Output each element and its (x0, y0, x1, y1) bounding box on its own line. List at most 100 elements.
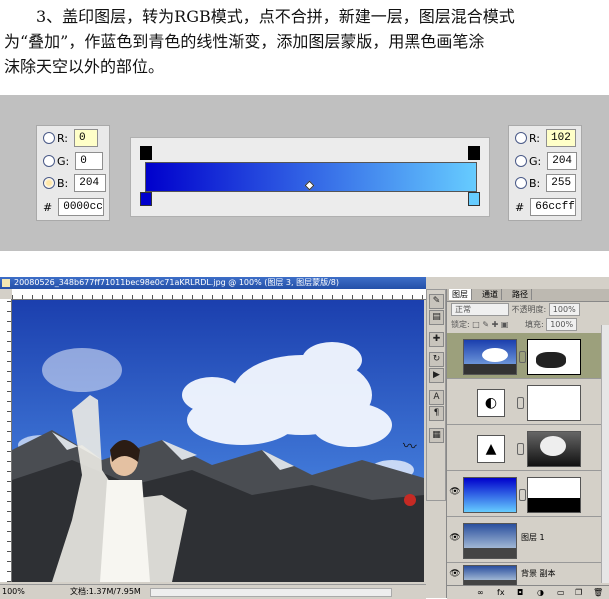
blend-opacity-row: 正常 不透明度: 100% (451, 303, 580, 316)
hex-label-right: # (515, 200, 525, 214)
g-radio-right[interactable] (515, 155, 527, 167)
g-input-right[interactable]: 204 (547, 152, 578, 170)
layer-thumbnail[interactable] (463, 339, 517, 375)
layer-row[interactable]: 👁 (447, 471, 609, 517)
layer-thumbnail[interactable] (463, 565, 517, 585)
paragraph-icon[interactable]: ¶ (429, 406, 444, 421)
horizontal-ruler[interactable] (12, 289, 426, 300)
hex-input-right[interactable]: 66ccff (530, 198, 577, 216)
layers-panel-tabs: 图层 通道 路径 (447, 289, 609, 302)
navigator-icon[interactable]: ▦ (429, 428, 444, 443)
color-stop-left[interactable] (140, 192, 152, 206)
g-input-left[interactable]: 0 (75, 152, 104, 170)
zoom-level[interactable]: 100% (2, 585, 25, 599)
panel-tool-strip: ✎ ▤ ✚ ↻ ▶ A ¶ ▦ (426, 289, 446, 501)
instruction-line-3: 沫除天空以外的部位。 (4, 57, 165, 76)
right-color-box: R: 102 G: 204 B: 255 # 66ccff (508, 125, 582, 221)
r-input-right[interactable]: 102 (546, 129, 577, 147)
layer-mask-thumbnail[interactable] (527, 431, 581, 467)
color-stop-right[interactable] (468, 192, 480, 206)
brush-icon[interactable]: ✎ (429, 294, 444, 309)
gradient-preview-area (130, 137, 490, 217)
b-radio-left[interactable] (43, 177, 55, 189)
photoshop-window: 20080526_348b677ff71011bec98e0c71aKRLRDL… (0, 277, 609, 599)
actions-icon[interactable]: ▶ (429, 368, 444, 383)
instruction-line-2: 为“叠加”，作蓝色到青色的线性渐变，添加图层蒙版，用黑色画笔涂 (4, 32, 485, 51)
layers-scrollbar[interactable] (601, 325, 609, 583)
blend-mode-select[interactable]: 正常 (451, 303, 509, 316)
svg-text:〰: 〰 (401, 438, 417, 456)
adjustment-icon[interactable]: ◐ (477, 389, 505, 417)
tab-paths[interactable]: 路径 (509, 289, 532, 300)
document-canvas[interactable]: 〰 (12, 300, 424, 582)
layer-name[interactable]: 背景 副本 (521, 568, 556, 579)
photo-bride-mountains: 〰 (12, 300, 424, 582)
tool-preset-icon[interactable]: ▤ (429, 310, 444, 325)
b-input-left[interactable]: 204 (74, 174, 107, 192)
document-title-bar[interactable]: 20080526_348b677ff71011bec98e0c71aKRLRDL… (0, 277, 426, 289)
tab-channels[interactable]: 通道 (479, 289, 502, 300)
mask-link-icon[interactable] (517, 397, 524, 409)
layer-name[interactable]: 图层 1 (521, 532, 545, 543)
mask-link-icon[interactable] (519, 489, 526, 501)
b-label-right: B: (529, 176, 541, 190)
adjustment-layer-icon[interactable]: ◑ (537, 586, 544, 599)
layer-mask-thumbnail[interactable] (527, 477, 581, 513)
trash-icon[interactable]: 🗑 (593, 586, 603, 599)
history-icon[interactable]: ↻ (429, 352, 444, 367)
lock-fill-row: 锁定: □ ✎ ✚ ▣ 填充: 100% (451, 318, 578, 331)
r-label-right: R: (529, 131, 541, 145)
mask-link-icon[interactable] (517, 443, 524, 455)
hex-label-left: # (43, 200, 53, 214)
document-icon (2, 279, 10, 287)
document-size[interactable]: 文档:1.37M/7.95M (70, 585, 141, 599)
hex-input-left[interactable]: 0000cc (58, 198, 105, 216)
layer-thumbnail[interactable] (463, 523, 517, 559)
lock-icons[interactable]: □ ✎ ✚ ▣ (472, 320, 508, 329)
lock-label: 锁定: (451, 320, 470, 329)
r-input-left[interactable]: 0 (74, 129, 99, 147)
layer-row[interactable] (447, 333, 609, 379)
eye-icon[interactable]: 👁 (449, 486, 461, 498)
visibility-toggle[interactable] (449, 440, 461, 452)
b-radio-right[interactable] (515, 177, 527, 189)
horizontal-scrollbar[interactable] (150, 588, 392, 597)
fill-input[interactable]: 100% (546, 318, 578, 331)
info-icon[interactable]: A (429, 390, 444, 405)
fx-icon[interactable]: fx (497, 586, 505, 599)
new-layer-icon[interactable]: ❐ (575, 586, 582, 599)
opacity-label: 不透明度: (511, 305, 547, 314)
layer-mask-thumbnail[interactable] (527, 339, 581, 375)
link-icon[interactable]: ∞ (477, 586, 484, 599)
layer-mask-thumbnail[interactable] (527, 385, 581, 421)
g-radio-left[interactable] (43, 155, 55, 167)
left-color-box: R: 0 G: 0 B: 204 # 0000cc (36, 125, 110, 221)
layer-row[interactable]: 👁 背景 副本 (447, 563, 609, 586)
mask-icon[interactable]: ◘ (517, 586, 523, 599)
tab-layers[interactable]: 图层 (449, 289, 472, 300)
visibility-toggle[interactable] (449, 394, 461, 406)
g-label-right: G: (529, 154, 542, 168)
layer-row[interactable]: 👁 图层 1 (447, 517, 609, 563)
document-title: 20080526_348b677ff71011bec98e0c71aKRLRDL… (14, 278, 339, 287)
layer-comps-icon[interactable]: ✚ (429, 332, 444, 347)
layer-row[interactable]: ◐ (447, 379, 609, 425)
opacity-stop-left[interactable] (140, 146, 152, 160)
visibility-toggle[interactable] (449, 348, 461, 360)
layer-row[interactable]: ▲ (447, 425, 609, 471)
opacity-input[interactable]: 100% (548, 303, 580, 316)
mask-link-icon[interactable] (519, 351, 526, 363)
r-radio-left[interactable] (43, 132, 55, 144)
status-bar: 100% 文档:1.37M/7.95M (0, 584, 426, 599)
opacity-stop-right[interactable] (468, 146, 480, 160)
adjustment-icon[interactable]: ▲ (477, 435, 505, 463)
g-label-left: G: (57, 154, 70, 168)
eye-icon[interactable]: 👁 (449, 532, 461, 544)
layers-panel-footer: ∞ fx ◘ ◑ ▭ ❐ 🗑 (447, 585, 609, 599)
folder-icon[interactable]: ▭ (557, 586, 565, 599)
eye-icon[interactable]: 👁 (449, 568, 461, 580)
r-radio-right[interactable] (515, 132, 527, 144)
b-input-right[interactable]: 255 (546, 174, 577, 192)
vertical-ruler[interactable] (0, 299, 12, 582)
layer-thumbnail[interactable] (463, 477, 517, 513)
